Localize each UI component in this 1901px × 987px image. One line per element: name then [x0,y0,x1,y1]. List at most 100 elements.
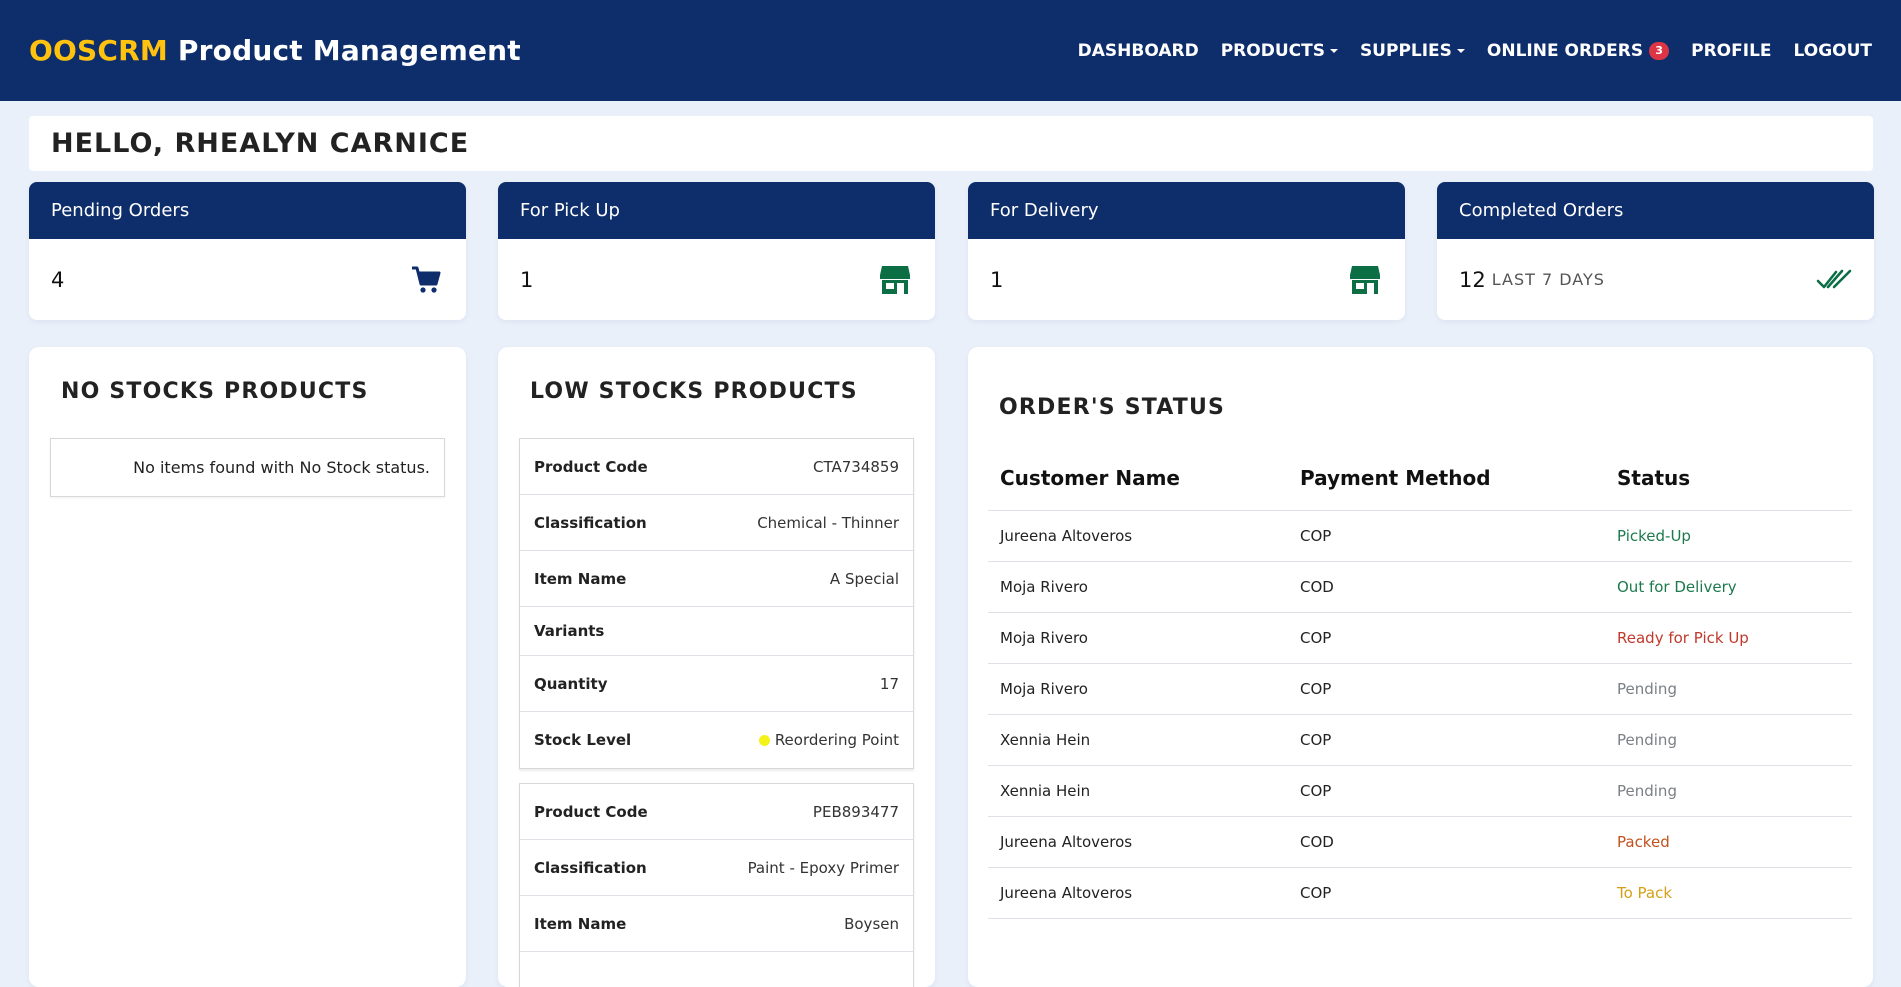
product-code-label: Product Code [534,802,648,821]
brand-title: Product Management [177,34,521,67]
table-row: Variants [520,607,913,656]
caret-down-icon [1329,48,1338,53]
top-navbar: OOSCRM Product Management DASHBOARD PROD… [0,0,1901,101]
low-stock-product-card: Product Code PEB893477 Classification Pa… [519,783,914,987]
completed-orders-period: LAST 7 DAYS [1491,270,1605,289]
customer-name-cell: Jureena Altoveros [988,867,1288,919]
caret-down-icon [1456,48,1465,53]
nav-profile-label: PROFILE [1691,40,1772,61]
nav-logout[interactable]: LOGOUT [1794,41,1872,61]
classification-value: Paint - Epoxy Primer [747,858,899,877]
nav-dashboard-label: DASHBOARD [1077,40,1199,61]
nav-supplies-dropdown[interactable]: SUPPLIES [1360,41,1465,61]
order-status-table: Customer Name Payment Method Status Jure… [988,447,1852,919]
brand-accent: OOSCRM [29,34,168,67]
stock-level-label: Stock Level [534,731,632,749]
for-pickup-card[interactable]: For Pick Up 1 [498,182,935,320]
table-row: Stock Level Reordering Point [520,712,913,768]
table-row[interactable]: Jureena Altoveros COP Picked-Up [988,510,1852,562]
nav-online-orders[interactable]: ONLINE ORDERS 3 [1486,40,1670,61]
low-stock-title: LOW STOCKS PRODUCTS [530,379,858,404]
no-stock-empty-message: No items found with No Stock status. [50,438,445,497]
column-header-status: Status [1605,447,1852,511]
no-stock-title: NO STOCKS PRODUCTS [61,379,369,404]
brand-logo[interactable]: OOSCRM Product Management [29,34,521,67]
customer-name-cell: Jureena Altoveros [988,816,1288,868]
table-row: Product Code CTA734859 [520,439,913,495]
classification-value: Chemical - Thinner [757,513,899,532]
for-delivery-header: For Delivery [968,182,1405,239]
customer-name-cell: Moja Rivero [988,561,1288,613]
payment-method-cell: COD [1288,561,1605,613]
variants-label: Variants [534,622,605,640]
table-row: Classification Paint - Epoxy Primer [520,840,913,896]
main-nav: DASHBOARD PRODUCTS SUPPLIES ONLINE ORDER… [1056,41,1872,61]
payment-method-cell: COP [1288,663,1605,715]
for-pickup-count: 1 [520,267,534,292]
table-row [520,952,913,987]
payment-method-cell: COP [1288,867,1605,919]
payment-method-cell: COP [1288,765,1605,817]
greeting-text: HELLO, RHEALYN CARNICE [51,128,470,159]
table-row[interactable]: Xennia Hein COP Pending [988,714,1852,766]
product-code-value: CTA734859 [813,457,899,476]
no-stock-panel: NO STOCKS PRODUCTS No items found with N… [29,347,466,987]
double-check-icon [1816,262,1852,298]
item-name-value: Boysen [844,914,899,933]
customer-name-cell: Moja Rivero [988,612,1288,664]
item-name-label: Item Name [534,569,627,588]
table-row: Classification Chemical - Thinner [520,495,913,551]
item-name-label: Item Name [534,914,627,933]
nav-logout-label: LOGOUT [1793,40,1872,61]
status-dot-icon [758,734,770,746]
table-row[interactable]: Jureena Altoveros COD Packed [988,816,1852,868]
status-cell: Picked-Up [1605,510,1852,562]
store-icon [1347,262,1383,298]
classification-label: Classification [534,858,647,877]
nav-profile[interactable]: PROFILE [1691,41,1771,61]
table-row[interactable]: Xennia Hein COP Pending [988,765,1852,817]
column-header-customer: Customer Name [988,447,1288,511]
pending-orders-count: 4 [51,267,65,292]
customer-name-cell: Moja Rivero [988,663,1288,715]
quantity-value: 17 [879,674,899,693]
table-row[interactable]: Moja Rivero COP Pending [988,663,1852,715]
table-row[interactable]: Moja Rivero COP Ready for Pick Up [988,612,1852,664]
table-row[interactable]: Jureena Altoveros COP To Pack [988,867,1852,919]
store-icon [877,262,913,298]
for-delivery-card[interactable]: For Delivery 1 [968,182,1405,320]
greeting-bar: HELLO, RHEALYN CARNICE [29,116,1873,171]
order-status-panel: ORDER'S STATUS Customer Name Payment Met… [968,347,1873,987]
table-row[interactable]: Moja Rivero COD Out for Delivery [988,561,1852,613]
stock-level-value: Reordering Point [758,731,899,749]
status-cell: To Pack [1605,867,1852,919]
product-code-value: PEB893477 [812,802,899,821]
status-cell: Out for Delivery [1605,561,1852,613]
nav-products-label: PRODUCTS [1220,40,1325,61]
for-delivery-count: 1 [990,267,1004,292]
nav-products-dropdown[interactable]: PRODUCTS [1221,41,1338,61]
completed-orders-card[interactable]: Completed Orders 12 LAST 7 DAYS [1437,182,1874,320]
pending-orders-card[interactable]: Pending Orders 4 [29,182,466,320]
product-code-label: Product Code [534,457,648,476]
column-header-payment: Payment Method [1288,447,1605,511]
table-row: Quantity 17 [520,656,913,712]
nav-dashboard[interactable]: DASHBOARD [1078,41,1199,61]
table-row: Item Name A Special [520,551,913,607]
payment-method-cell: COP [1288,612,1605,664]
table-header-row: Customer Name Payment Method Status [988,447,1852,511]
payment-method-cell: COD [1288,816,1605,868]
status-cell: Pending [1605,663,1852,715]
nav-online-orders-label: ONLINE ORDERS [1486,40,1644,61]
low-stock-product-card: Product Code CTA734859 Classification Ch… [519,438,914,769]
quantity-label: Quantity [534,674,608,693]
payment-method-cell: COP [1288,714,1605,766]
customer-name-cell: Xennia Hein [988,765,1288,817]
pending-orders-header: Pending Orders [29,182,466,239]
payment-method-cell: COP [1288,510,1605,562]
completed-orders-count: 12 [1459,267,1486,292]
status-cell: Pending [1605,765,1852,817]
item-name-value: A Special [829,569,899,588]
low-stock-panel: LOW STOCKS PRODUCTS Product Code CTA7348… [498,347,935,987]
for-pickup-header: For Pick Up [498,182,935,239]
